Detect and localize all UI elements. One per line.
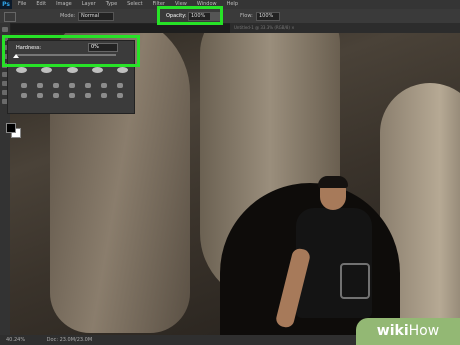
person bbox=[274, 176, 380, 335]
hair bbox=[318, 176, 348, 188]
photoshop-logo: Ps bbox=[0, 0, 12, 9]
brush-preset[interactable] bbox=[101, 93, 107, 98]
brush-preset[interactable] bbox=[37, 93, 43, 98]
menu-help[interactable]: Help bbox=[227, 0, 238, 9]
menu-file[interactable]: File bbox=[18, 0, 26, 9]
menu-bar: Ps File Edit Image Layer Type Select Fil… bbox=[0, 0, 460, 9]
brush-preset[interactable] bbox=[85, 83, 91, 88]
brush-presets-grid bbox=[16, 83, 128, 98]
doc-size: Doc: 23.0M/23.0M bbox=[46, 337, 93, 343]
zoom-level[interactable]: 40.24% bbox=[6, 337, 25, 343]
opacity-highlight bbox=[157, 6, 223, 25]
brush-preset[interactable] bbox=[85, 93, 91, 98]
brush-preset[interactable] bbox=[69, 83, 75, 88]
brush-preset[interactable] bbox=[37, 83, 43, 88]
brush-preset[interactable] bbox=[117, 83, 123, 88]
brush-preset[interactable] bbox=[53, 83, 59, 88]
brush-preset[interactable] bbox=[53, 93, 59, 98]
brush-presets-row bbox=[16, 67, 128, 73]
shirt-print bbox=[340, 263, 370, 299]
menu-image[interactable]: Image bbox=[56, 0, 72, 9]
flow-input[interactable]: 100% bbox=[256, 12, 280, 21]
brush-preset[interactable] bbox=[16, 67, 27, 73]
brush-tool-icon[interactable] bbox=[4, 12, 16, 22]
flow-label: Flow: bbox=[240, 13, 253, 19]
wikihow-how: How bbox=[408, 323, 440, 339]
move-tool-icon[interactable] bbox=[2, 27, 8, 32]
document-tab[interactable]: Untitled-1 @ 33.3% (RGB/8) × bbox=[230, 23, 460, 33]
hardness-highlight bbox=[2, 35, 140, 67]
menu-layer[interactable]: Layer bbox=[82, 0, 96, 9]
menu-type[interactable]: Type bbox=[106, 0, 117, 9]
menu-edit[interactable]: Edit bbox=[36, 0, 46, 9]
wikihow-wiki: wiki bbox=[376, 323, 409, 339]
foreground-color-swatch[interactable] bbox=[6, 123, 16, 133]
brush-preset[interactable] bbox=[21, 93, 27, 98]
menu-select[interactable]: Select bbox=[127, 0, 142, 9]
brush-preset[interactable] bbox=[101, 83, 107, 88]
brush-preset[interactable] bbox=[66, 67, 78, 73]
mode-label: Mode: bbox=[60, 13, 76, 19]
wikihow-watermark: wikiHow bbox=[356, 318, 460, 345]
brush-preset[interactable] bbox=[117, 67, 128, 73]
brush-preset[interactable] bbox=[69, 93, 75, 98]
brush-preset[interactable] bbox=[41, 67, 53, 73]
brush-preset[interactable] bbox=[21, 83, 27, 88]
options-bar: Mode: Normal Opacity: 100% Flow: 100% bbox=[0, 9, 460, 24]
brush-preset[interactable] bbox=[117, 93, 123, 98]
mode-select[interactable]: Normal bbox=[78, 12, 114, 21]
brush-preset[interactable] bbox=[91, 67, 103, 73]
